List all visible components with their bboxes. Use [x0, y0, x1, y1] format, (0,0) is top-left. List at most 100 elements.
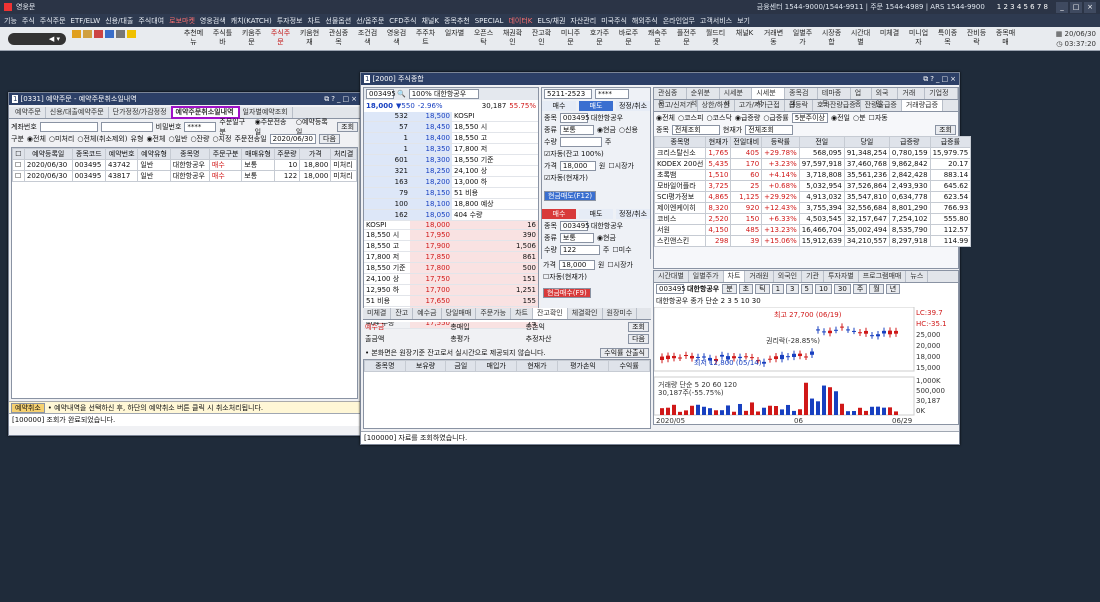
reservation-cancel-button[interactable]: 예약취소: [11, 402, 45, 413]
rank-subtab-2[interactable]: 고가/저가근접: [735, 100, 785, 111]
profit-calc-button[interactable]: 수익률 산출식: [600, 348, 649, 358]
sell-qty-input[interactable]: [559, 137, 602, 147]
sell-auto-check[interactable]: ☑자동(잔고 100%): [544, 149, 604, 159]
toolbar-button-15[interactable]: 바로주문: [617, 29, 640, 49]
ask-row[interactable]: 1 18,400 18,550 고: [364, 132, 538, 144]
menu-item-10[interactable]: 차트: [308, 16, 321, 26]
col-header[interactable]: 처리결: [330, 148, 357, 160]
rank-tab-6[interactable]: 기업정보: [925, 88, 959, 108]
menu-item-7[interactable]: 영웅검색: [200, 16, 226, 26]
col-header[interactable]: 종목명: [364, 360, 406, 372]
chart-tab-2[interactable]: 차트: [723, 271, 746, 282]
bid-price[interactable]: 17,800: [410, 262, 452, 274]
menu-item-24[interactable]: 보기: [737, 16, 750, 26]
sell-market-check[interactable]: ☐시장가: [608, 161, 634, 171]
bid-row[interactable]: 12,950 하 17,700 1,251: [364, 284, 538, 296]
type-fixed-radio[interactable]: ○지정: [212, 134, 231, 144]
market-radio-0[interactable]: ◉전체: [656, 113, 675, 123]
col-header[interactable]: 현재가: [516, 360, 558, 372]
sell-auto2-check[interactable]: ☑자동(현재가): [544, 173, 588, 183]
menu-item-9[interactable]: 투자정보: [277, 16, 303, 26]
market-radio-2[interactable]: ○코스닥: [706, 113, 731, 123]
order-account-input[interactable]: 5211-2523: [544, 89, 592, 99]
toolbar-button-9[interactable]: 일자별: [443, 29, 466, 49]
price-volume-chart[interactable]: 최고 27,700 (06/19) 권리락(-28.85%) 최저 12,800 (…: [654, 307, 958, 425]
toolbar-button-13[interactable]: 미니주문: [559, 29, 582, 49]
chart-period-3[interactable]: 1: [771, 284, 785, 294]
ask-price[interactable]: 18,450: [410, 121, 452, 133]
bid-price[interactable]: 17,750: [410, 273, 452, 285]
bid-row[interactable]: 18,550 고 17,900 1,506: [364, 240, 538, 252]
rank-subtab-4[interactable]: 호가잔량급증: [813, 100, 861, 111]
table-row[interactable]: 초록뱀 1,510 60 +4.14% 3,718,808 35,561,236 2,842…: [653, 169, 972, 181]
buy-cash-radio[interactable]: ◉현금: [597, 233, 616, 243]
table-row[interactable]: ☐ 2020/06/30 003495 43817 일반 대한항공우 매수 보통 122 18,0…: [12, 170, 357, 182]
rank-tab-0[interactable]: 시세분석: [752, 88, 786, 108]
ask-row[interactable]: 1 18,350 17,800 저: [364, 143, 538, 155]
sell-credit-radio[interactable]: ○신용: [619, 125, 638, 135]
chart-icon[interactable]: [105, 30, 114, 38]
chart-period-9[interactable]: 월: [869, 284, 884, 294]
chart-period-1[interactable]: 초: [738, 284, 754, 294]
toolbar-button-20[interactable]: 거래변동: [762, 29, 785, 49]
menu-item-0[interactable]: 기능: [4, 16, 17, 26]
menu-item-20[interactable]: 미국주식: [601, 16, 627, 26]
menu-item-8[interactable]: 캐치(KATCH): [231, 16, 272, 26]
toolbar-button-14[interactable]: 호가주문: [588, 29, 611, 49]
toolbar-button-24[interactable]: 미체결: [878, 29, 901, 49]
ask-price[interactable]: 18,350: [410, 143, 452, 155]
toolbar-button-4[interactable]: 키움현재: [298, 29, 321, 49]
toolbar-button-19[interactable]: 채널K: [733, 29, 756, 49]
sort-radio-1[interactable]: ○급증률: [763, 113, 788, 123]
window-restore-icon[interactable]: ⧉: [923, 75, 928, 84]
tab-0[interactable]: 예약주문: [11, 107, 46, 118]
toolbar-button-5[interactable]: 관심종목: [327, 29, 350, 49]
maximize-icon[interactable]: □: [1070, 1, 1082, 13]
gear-icon[interactable]: [116, 30, 125, 38]
table-row[interactable]: 서원 4,150 485 +13.23% 16,466,704 35,002,494 8,5…: [653, 224, 972, 236]
menu-item-21[interactable]: 해외주식: [632, 16, 658, 26]
type-rest-radio[interactable]: ○잔량: [190, 134, 209, 144]
table-row[interactable]: ☐ 2020/06/30 003495 43742 일반 대한항공우 매수 보통 10 18,80…: [12, 159, 357, 171]
toolbar-button-6[interactable]: 조건검색: [356, 29, 379, 49]
lock-icon[interactable]: [83, 30, 92, 38]
ask-row[interactable]: 601 18,300 18,550 기준: [364, 154, 538, 166]
window-minimize-icon[interactable]: _: [337, 95, 341, 104]
ask-row[interactable]: 162 18,050 404 수량: [364, 209, 538, 221]
bid-row[interactable]: KOSPI 18,000 16: [364, 220, 538, 230]
bid-row[interactable]: 24,100 상 17,750 151: [364, 273, 538, 285]
toolbar-button-12[interactable]: 잔고확인: [530, 29, 553, 49]
bid-row[interactable]: 18,550 시 17,950 390: [364, 229, 538, 241]
balance-tab-4[interactable]: 주문가능: [476, 308, 512, 319]
ask-row[interactable]: 532 18,500 KOSPI: [364, 112, 538, 122]
rank-main-tab-0[interactable]: 관심종목: [654, 88, 687, 108]
ask-row[interactable]: 321 18,250 24,100 상: [364, 165, 538, 177]
window-close-icon[interactable]: ×: [950, 75, 956, 84]
toolbar-button-0[interactable]: 추천메뉴: [182, 29, 205, 49]
window-maximize-icon[interactable]: □: [942, 75, 949, 84]
filter-all-radio[interactable]: ◉전체: [27, 134, 46, 144]
balance-tab-2[interactable]: 예수금: [413, 308, 442, 319]
menu-item-4[interactable]: 신용/대출: [105, 16, 133, 26]
buy-price-input[interactable]: 18,000: [558, 260, 595, 270]
col-header[interactable]: 금일: [445, 360, 477, 372]
chart-tab-4[interactable]: 외국인: [774, 271, 803, 282]
menu-item-16[interactable]: SPECIAL: [475, 17, 504, 25]
bid-price[interactable]: 17,700: [410, 284, 452, 296]
menu-item-6[interactable]: 로보마켓: [169, 16, 195, 26]
next-button[interactable]: 다음: [319, 134, 340, 144]
ask-price[interactable]: 18,150: [410, 187, 452, 199]
bid-price[interactable]: 17,900: [410, 240, 452, 252]
col-header[interactable]: 예약등록일: [23, 148, 73, 160]
chart-period-7[interactable]: 30: [833, 284, 851, 294]
toolbar-button-22[interactable]: 시장종합: [820, 29, 843, 49]
col-header[interactable]: 주문구분: [208, 148, 243, 160]
chart-period-4[interactable]: 3: [786, 284, 799, 294]
window-minimize-icon[interactable]: _: [936, 75, 940, 84]
col-header[interactable]: 급증률: [929, 136, 972, 148]
col-header[interactable]: 매입가: [475, 360, 518, 372]
rank-tab-3[interactable]: 업종: [851, 88, 872, 108]
opt-radio-0[interactable]: ◉전일: [831, 113, 850, 123]
filter-nocancel-radio[interactable]: ○전체(취소제외): [77, 134, 127, 144]
chart-period-8[interactable]: 주: [852, 284, 868, 294]
